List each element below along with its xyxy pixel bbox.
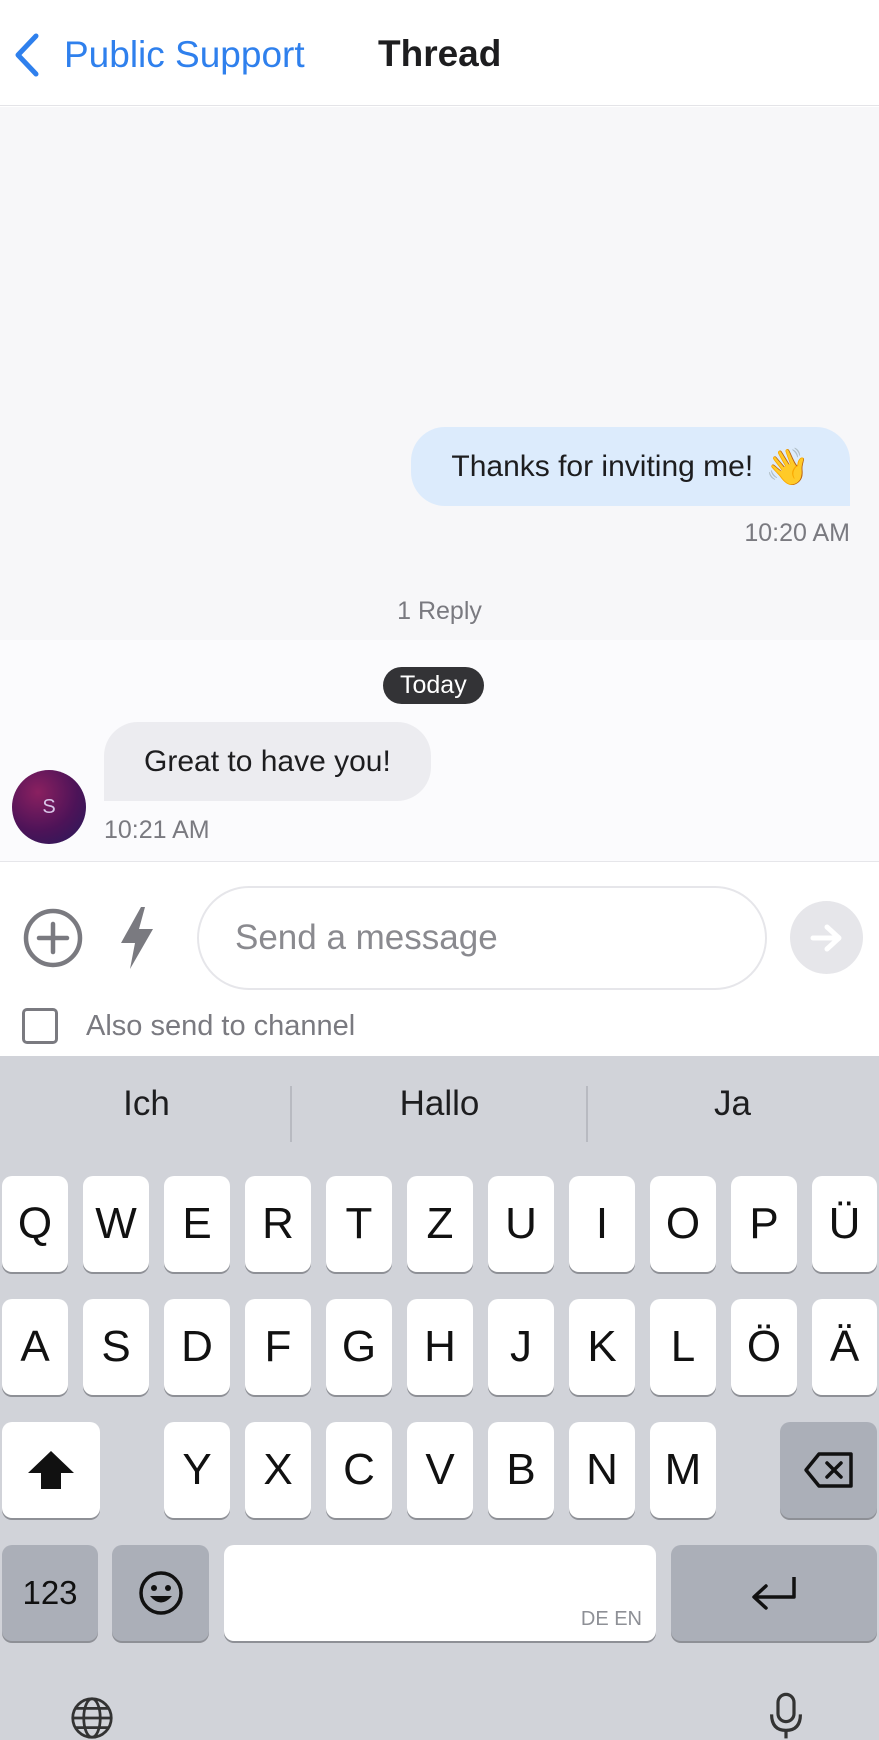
also-send-checkbox[interactable] (22, 1008, 58, 1044)
key[interactable]: Ö (731, 1299, 797, 1395)
key[interactable]: D (164, 1299, 230, 1395)
shift-key[interactable] (2, 1422, 100, 1518)
suggestion-1[interactable]: Ich (0, 1084, 293, 1124)
thread-header: Public Support Thread (0, 0, 879, 106)
key[interactable]: C (326, 1422, 392, 1518)
message-composer: Also send to channel (0, 863, 879, 1055)
key[interactable]: S (83, 1299, 149, 1395)
reply-message-bubble[interactable]: Great to have you! (104, 722, 431, 801)
chevron-left-icon (15, 33, 39, 77)
emoji-icon (138, 1571, 183, 1615)
date-separator: Today (383, 667, 484, 704)
keyboard: Ich Hallo Ja Q W E R T Z U I O P Ü A S D… (0, 1056, 879, 1740)
suggestion-bar: Ich Hallo Ja (0, 1056, 879, 1172)
key[interactable]: Ä (812, 1299, 877, 1395)
key[interactable]: A (2, 1299, 68, 1395)
key[interactable]: B (488, 1422, 554, 1518)
backspace-icon (803, 1452, 853, 1488)
numbers-key[interactable]: 123 (2, 1545, 98, 1641)
shift-icon (28, 1451, 74, 1489)
key[interactable]: W (83, 1176, 149, 1272)
page-title: Thread (378, 33, 502, 74)
key[interactable]: E (164, 1176, 230, 1272)
suggestion-divider (290, 1086, 292, 1142)
emoji-key[interactable] (112, 1545, 209, 1641)
avatar[interactable]: S (12, 770, 86, 844)
back-button[interactable]: Public Support (12, 30, 305, 80)
reply-count: 1 Reply (397, 597, 482, 625)
key[interactable]: X (245, 1422, 311, 1518)
key[interactable]: I (569, 1176, 635, 1272)
key[interactable]: V (407, 1422, 473, 1518)
suggestion-2[interactable]: Hallo (293, 1084, 586, 1124)
key[interactable]: Z (407, 1176, 473, 1272)
plus-circle-icon[interactable] (22, 907, 84, 969)
parent-message-text: Thanks for inviting me! (451, 449, 754, 483)
parent-message-area: Thanks for inviting me! 👋 10:20 AM 1 Rep… (0, 107, 879, 640)
avatar-initial: S (42, 795, 56, 818)
key[interactable]: U (488, 1176, 554, 1272)
key[interactable]: Y (164, 1422, 230, 1518)
key[interactable]: J (488, 1299, 554, 1395)
key[interactable]: P (731, 1176, 797, 1272)
arrow-right-icon (810, 924, 841, 951)
bolt-icon[interactable] (117, 905, 157, 971)
key[interactable]: G (326, 1299, 392, 1395)
thread-replies: Today Great to have you! S 10:21 AM (0, 640, 879, 862)
key[interactable]: N (569, 1422, 635, 1518)
key[interactable]: T (326, 1176, 392, 1272)
return-key[interactable] (671, 1545, 877, 1641)
key[interactable]: F (245, 1299, 311, 1395)
microphone-icon[interactable] (764, 1692, 808, 1740)
parent-message-time: 10:20 AM (744, 519, 850, 547)
key[interactable]: K (569, 1299, 635, 1395)
message-input[interactable] (197, 886, 767, 990)
also-send-row[interactable]: Also send to channel (22, 1006, 355, 1046)
reply-message-time: 10:21 AM (104, 816, 210, 844)
return-icon (752, 1577, 796, 1610)
reply-message-text: Great to have you! (144, 744, 391, 778)
key[interactable]: Q (2, 1176, 68, 1272)
back-label: Public Support (64, 34, 305, 75)
globe-icon[interactable] (60, 1696, 124, 1740)
key[interactable]: M (650, 1422, 716, 1518)
send-button[interactable] (790, 901, 863, 974)
space-key[interactable]: DE EN (224, 1545, 656, 1641)
key[interactable]: R (245, 1176, 311, 1272)
also-send-label: Also send to channel (86, 1009, 356, 1042)
backspace-key[interactable] (780, 1422, 877, 1518)
key[interactable]: O (650, 1176, 716, 1272)
waving-hand-emoji: 👋 (765, 445, 810, 487)
key[interactable]: Ü (812, 1176, 877, 1272)
suggestion-3[interactable]: Ja (586, 1084, 879, 1124)
key[interactable]: H (407, 1299, 473, 1395)
parent-message-bubble[interactable]: Thanks for inviting me! 👋 (411, 427, 850, 506)
space-language-label: DE EN (580, 1608, 642, 1630)
key[interactable]: L (650, 1299, 716, 1395)
